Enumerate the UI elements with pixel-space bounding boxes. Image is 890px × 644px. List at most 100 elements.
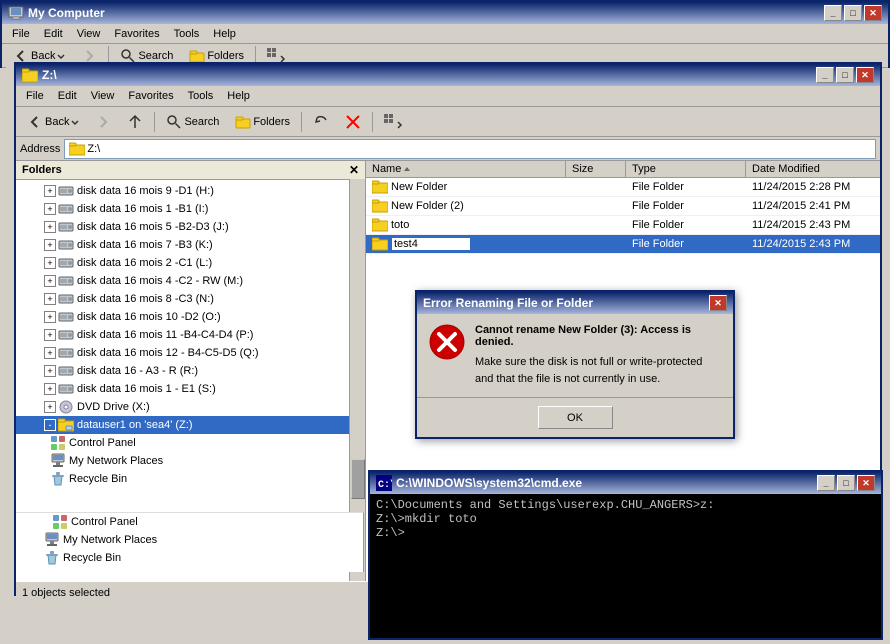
expand-m[interactable]: + — [44, 275, 56, 287]
expand-n[interactable]: + — [44, 293, 56, 305]
file-cell-size-nf2 — [566, 197, 626, 215]
file-row-newfolder[interactable]: New Folder File Folder 11/24/2015 2:28 P… — [366, 178, 880, 197]
z-menu-file[interactable]: File — [20, 88, 50, 104]
file-cell-date-toto: 11/24/2015 2:43 PM — [746, 216, 880, 234]
bottom-tree-control[interactable]: Control Panel — [16, 513, 363, 531]
bottom-tree-recycle[interactable]: Recycle Bin — [16, 549, 363, 567]
z-forward-button[interactable] — [88, 110, 118, 134]
bottom-tree-network[interactable]: My Network Places — [16, 531, 363, 549]
hdd-icon-h — [58, 183, 74, 199]
tree-item-control-panel[interactable]: Control Panel — [16, 434, 365, 452]
tree-item-j[interactable]: + disk data 16 mois 5 -B2-D3 (J:) — [16, 218, 365, 236]
col-size[interactable]: Size — [566, 161, 626, 177]
tree-item-i[interactable]: + disk data 16 mois 1 -B1 (I:) — [16, 200, 365, 218]
col-date[interactable]: Date Modified — [746, 161, 880, 177]
error-close-btn[interactable]: ✕ — [709, 295, 727, 311]
z-back-button[interactable]: Back — [20, 110, 86, 134]
mc-menu-edit[interactable]: Edit — [38, 26, 69, 41]
rename-input[interactable] — [391, 237, 471, 251]
tree-item-m[interactable]: + disk data 16 mois 4 -C2 - RW (M:) — [16, 272, 365, 290]
cmd-maximize-btn[interactable]: □ — [837, 475, 855, 491]
tree-item-z[interactable]: - datauser1 on 'sea4' (Z:) — [16, 416, 365, 434]
expand-r[interactable]: + — [44, 365, 56, 377]
hdd-icon-i — [58, 201, 74, 217]
col-type[interactable]: Type — [626, 161, 746, 177]
z-menu-edit[interactable]: Edit — [52, 88, 83, 104]
scrollbar-thumb[interactable] — [351, 459, 365, 499]
minimize-button[interactable]: _ — [824, 5, 842, 21]
expand-k[interactable]: + — [44, 239, 56, 251]
address-value: Z:\ — [87, 143, 100, 155]
my-computer-menu-bar: File Edit View Favorites Tools Help — [2, 24, 888, 44]
z-up-button[interactable] — [120, 110, 150, 134]
hdd-icon-n — [58, 291, 74, 307]
folders-label: Folders — [22, 164, 62, 176]
z-menu-help[interactable]: Help — [221, 88, 256, 104]
mc-menu-favorites[interactable]: Favorites — [108, 26, 165, 41]
ok-button[interactable]: OK — [538, 406, 613, 429]
z-undo-button[interactable] — [306, 110, 336, 134]
close-button[interactable]: ✕ — [864, 5, 882, 21]
mc-menu-file[interactable]: File — [6, 26, 36, 41]
expand-x[interactable]: + — [44, 401, 56, 413]
tree-item-network[interactable]: My Network Places — [16, 452, 365, 470]
file-row-toto[interactable]: toto File Folder 11/24/2015 2:43 PM — [366, 216, 880, 235]
tree-item-h[interactable]: + disk data 16 mois 9 -D1 (H:) — [16, 182, 365, 200]
tree-item-r[interactable]: + disk data 16 - A3 - R (R:) — [16, 362, 365, 380]
error-x-icon — [429, 324, 465, 360]
expand-h[interactable]: + — [44, 185, 56, 197]
expand-z[interactable]: - — [44, 419, 56, 431]
z-maximize-button[interactable]: □ — [836, 67, 854, 83]
z-minimize-button[interactable]: _ — [816, 67, 834, 83]
hdd-icon-k — [58, 237, 74, 253]
mc-menu-help[interactable]: Help — [207, 26, 242, 41]
tree-item-recycle[interactable]: Recycle Bin — [16, 470, 365, 488]
tree-item-s[interactable]: + disk data 16 mois 1 - E1 (S:) — [16, 380, 365, 398]
z-menu-bar: File Edit View Favorites Tools Help — [16, 86, 880, 107]
error-detail: Make sure the disk is not full or write-… — [475, 354, 721, 387]
expand-p[interactable]: + — [44, 329, 56, 341]
tree-item-o[interactable]: + disk data 16 mois 10 -D2 (O:) — [16, 308, 365, 326]
file-row-newfolder2[interactable]: New Folder (2) File Folder 11/24/2015 2:… — [366, 197, 880, 216]
maximize-button[interactable]: □ — [844, 5, 862, 21]
expand-o[interactable]: + — [44, 311, 56, 323]
tree-item-n[interactable]: + disk data 16 mois 8 -C3 (N:) — [16, 290, 365, 308]
undo-icon — [313, 114, 329, 130]
expand-i[interactable]: + — [44, 203, 56, 215]
error-title-text: Error Renaming File or Folder — [423, 296, 593, 310]
forward-arrow-icon — [95, 114, 111, 130]
tree-item-x[interactable]: + DVD Drive (X:) — [16, 398, 365, 416]
z-folders-button[interactable]: Folders — [228, 110, 297, 134]
tree-item-q[interactable]: + disk data 16 mois 12 - B4-C5-D5 (Q:) — [16, 344, 365, 362]
dropdown-icon — [57, 52, 65, 60]
folders-close-button[interactable]: ✕ — [349, 163, 359, 177]
z-close-button[interactable]: ✕ — [856, 67, 874, 83]
tree-item-k[interactable]: + disk data 16 mois 7 -B3 (K:) — [16, 236, 365, 254]
expand-s[interactable]: + — [44, 383, 56, 395]
file-cell-type-nf2: File Folder — [626, 197, 746, 215]
error-message: Cannot rename New Folder (3): Access is … — [475, 324, 721, 348]
z-menu-favorites[interactable]: Favorites — [122, 88, 179, 104]
z-search-button[interactable]: Search — [159, 110, 226, 134]
mc-menu-view[interactable]: View — [71, 26, 107, 41]
z-sep-2 — [301, 112, 302, 132]
cmd-close-btn[interactable]: ✕ — [857, 475, 875, 491]
folder-title-icon — [22, 67, 38, 83]
expand-j[interactable]: + — [44, 221, 56, 233]
expand-l[interactable]: + — [44, 257, 56, 269]
col-name[interactable]: Name — [366, 161, 566, 177]
z-views-button[interactable] — [377, 110, 411, 134]
z-menu-view[interactable]: View — [85, 88, 121, 104]
file-row-test4[interactable]: File Folder 11/24/2015 2:43 PM — [366, 235, 880, 254]
address-input[interactable]: Z:\ — [64, 139, 876, 159]
tree-item-p[interactable]: + disk data 16 mois 11 -B4-C4-D4 (P:) — [16, 326, 365, 344]
z-delete-button[interactable] — [338, 110, 368, 134]
back-dropdown-icon — [71, 118, 79, 126]
cmd-minimize-btn[interactable]: _ — [817, 475, 835, 491]
expand-q[interactable]: + — [44, 347, 56, 359]
address-folder-icon — [69, 142, 85, 156]
tree-item-l[interactable]: + disk data 16 mois 2 -C1 (L:) — [16, 254, 365, 272]
address-label: Address — [20, 143, 60, 155]
mc-menu-tools[interactable]: Tools — [168, 26, 206, 41]
z-menu-tools[interactable]: Tools — [182, 88, 220, 104]
